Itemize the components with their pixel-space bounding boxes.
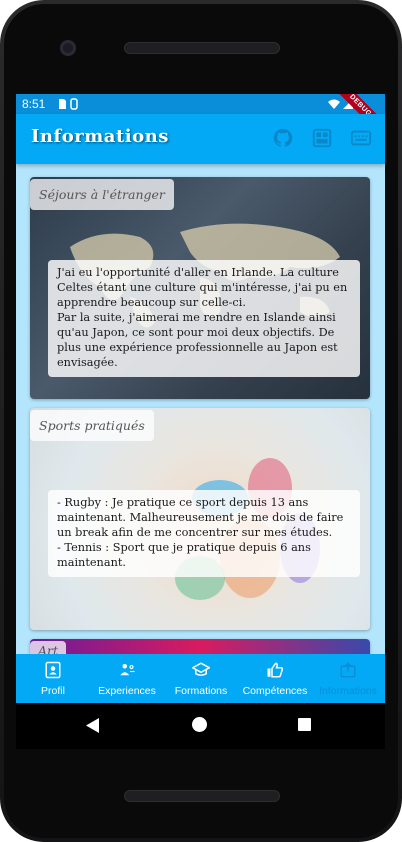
status-bar: 8:51 DEBUG — [16, 94, 385, 143]
back-icon[interactable] — [86, 718, 100, 733]
notification-icons — [58, 98, 80, 113]
card-title: Art — [30, 641, 67, 654]
keyboard-icon[interactable] — [350, 127, 374, 151]
status-time: 8:51 — [22, 97, 46, 111]
top-speaker — [124, 42, 280, 54]
nav-item-profil[interactable]: Profil — [16, 654, 90, 703]
card-sports: Sports pratiqués - Rugby : Je pratique c… — [30, 408, 370, 630]
info-icon — [340, 662, 356, 678]
school-icon — [192, 662, 210, 676]
nav-label: Experiences — [98, 685, 156, 697]
sim-card-icon — [59, 98, 78, 110]
recent-apps-icon[interactable] — [298, 718, 311, 731]
nav-label: Profil — [41, 685, 65, 697]
card-title: Séjours à l'étranger — [30, 179, 174, 210]
nav-label: Informations — [319, 685, 377, 697]
app-bar: Informations — [16, 114, 385, 164]
system-navigation-bar — [16, 703, 385, 749]
nav-label: Formations — [174, 685, 228, 697]
home-icon[interactable] — [192, 717, 207, 732]
bottom-speaker — [124, 790, 280, 802]
app-screen: 8:51 DEBUG Informations Séjours à l'étra… — [16, 94, 385, 703]
thumbs-up-icon — [267, 662, 283, 678]
nav-item-formations[interactable]: Formations — [164, 654, 238, 703]
view-icon[interactable] — [311, 127, 335, 151]
card-text: J'ai eu l'opportunité d'aller en Irlande… — [48, 260, 360, 377]
experiences-icon — [120, 664, 135, 676]
github-icon[interactable] — [272, 127, 296, 151]
card-title: Sports pratiqués — [30, 410, 154, 441]
nav-item-competences[interactable]: Compétences — [238, 654, 312, 703]
scroll-content[interactable]: Séjours à l'étranger J'ai eu l'opportuni… — [16, 164, 385, 654]
nav-label: Compétences — [242, 685, 308, 697]
nav-item-informations[interactable]: Informations — [311, 654, 385, 703]
profile-icon — [45, 661, 61, 679]
card-art: Art — [30, 639, 370, 654]
card-stays-abroad: Séjours à l'étranger J'ai eu l'opportuni… — [30, 177, 370, 399]
card-text: - Rugby : Je pratique ce sport depuis 13… — [48, 490, 360, 577]
bottom-navigation: Profil Experiences Formations Compétence… — [16, 654, 385, 703]
page-title: Informations — [31, 126, 169, 147]
front-camera — [60, 40, 76, 56]
nav-item-experiences[interactable]: Experiences — [90, 654, 164, 703]
